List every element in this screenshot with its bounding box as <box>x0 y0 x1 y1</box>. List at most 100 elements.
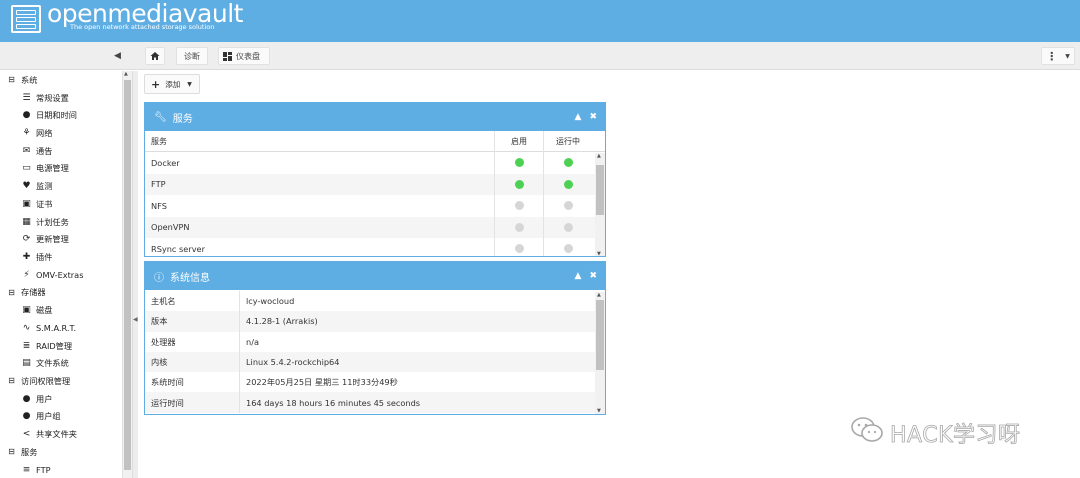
breadcrumb-dashboard[interactable]: 仪表盘 <box>218 47 270 65</box>
server-icon: ≡ <box>22 464 31 475</box>
sidebar-group-system[interactable]: ⊟ 系统 <box>6 71 37 88</box>
sidebar-item-network[interactable]: ⚘ 网络 <box>21 124 52 141</box>
table-row[interactable]: RSync server <box>145 238 605 256</box>
collapse-left-icon[interactable]: ◀ <box>133 316 138 323</box>
breadcrumb-diagnostics[interactable]: 诊断 <box>176 47 208 65</box>
sidebar-item-raid[interactable]: ≣ RAID管理 <box>21 337 72 354</box>
folder-icon: ▤ <box>22 358 31 368</box>
sliders-icon: ☰ <box>22 92 31 103</box>
enabled-cell <box>494 216 543 238</box>
watermark-text: HACK学习呀 <box>890 423 1021 449</box>
table-row[interactable]: OpenVPN <box>145 216 605 238</box>
system-info-panel: ⓘ 系统信息 ▲ ✖ 主机名 lcy-wocloud 版本 4.1.28-1 (Arra… <box>144 261 606 415</box>
collapse-panel-icon[interactable]: ▲ <box>575 112 582 122</box>
sidebar-item-update-management[interactable]: ⟳ 更新管理 <box>21 231 69 248</box>
scroll-up-icon[interactable]: ▲ <box>597 153 601 159</box>
sidebar-scrollbar[interactable]: ▲ <box>123 71 132 478</box>
sidebar-group-label: 服务 <box>21 446 38 457</box>
scroll-up-icon[interactable]: ▲ <box>597 292 601 298</box>
services-table-body: Docker FTP NFS OpenVPN RSync server <box>145 152 605 256</box>
table-row: 处理器 n/a <box>145 331 605 352</box>
minus-square-icon: ⊟ <box>8 75 15 84</box>
more-menu-button[interactable]: ⋮ ▼ <box>1041 47 1075 65</box>
watermark: HACK学习呀 <box>850 416 1021 450</box>
sidebar-item-disks[interactable]: ▣ 磁盘 <box>21 301 52 318</box>
sidebar-item-label: FTP <box>36 464 51 475</box>
more-vertical-icon: ⋮ <box>1046 49 1058 63</box>
sidebar-item-date-time[interactable]: ● 日期和时间 <box>21 107 77 124</box>
sidebar-group-storage[interactable]: ⊟ 存储器 <box>6 284 45 301</box>
status-dot <box>514 201 524 211</box>
battery-icon: ▭ <box>22 163 31 173</box>
sidebar-item-label: 通告 <box>36 145 53 156</box>
system-info-scrollbar[interactable]: ▲ ▼ <box>595 292 605 414</box>
system-info-panel-header: ⓘ 系统信息 ▲ ✖ <box>145 262 605 290</box>
user-icon: ● <box>22 393 31 404</box>
sidebar-group-label: 访问权限管理 <box>21 375 71 386</box>
sidebar-item-general-settings[interactable]: ☰ 常规设置 <box>21 89 69 106</box>
sidebar-item-label: 日期和时间 <box>36 110 77 120</box>
info-key: 处理器 <box>145 331 240 352</box>
sidebar-item-shared-folders[interactable]: < 共享文件夹 <box>21 425 77 442</box>
sidebar-item-label: 计划任务 <box>36 216 69 227</box>
sidebar-item-ftp[interactable]: ≡ FTP <box>21 461 51 478</box>
sidebar-item-notification[interactable]: ✉ 通告 <box>21 142 53 159</box>
sidebar-item-label: 插件 <box>36 251 53 262</box>
sidebar-item-power[interactable]: ▭ 电源管理 <box>21 160 69 177</box>
sidebar-item-plugins[interactable]: ✚ 插件 <box>21 248 53 265</box>
status-dot <box>514 222 524 232</box>
system-info-scrollbar-thumb[interactable] <box>596 300 604 370</box>
breadcrumb-dashboard-label: 仪表盘 <box>236 51 260 61</box>
sidebar-item-smart[interactable]: ∿ S.M.A.R.T. <box>21 319 76 336</box>
sidebar-item-groups[interactable]: ● 用户组 <box>21 408 61 425</box>
home-button[interactable] <box>145 47 165 65</box>
sidebar-group-services[interactable]: ⊟ 服务 <box>6 443 37 460</box>
scroll-down-icon[interactable]: ▼ <box>597 408 601 414</box>
sidebar-group-access-rights[interactable]: ⊟ 访问权限管理 <box>6 372 70 389</box>
service-name: Docker <box>151 157 180 168</box>
sidebar-item-label: 共享文件夹 <box>36 428 77 439</box>
column-header-service[interactable]: 服务 <box>145 131 494 152</box>
status-dot <box>514 158 524 168</box>
table-row[interactable]: Docker <box>145 152 605 174</box>
status-dot <box>514 244 524 254</box>
disk-icon: ▣ <box>22 304 31 315</box>
sidebar-item-filesystems[interactable]: ▤ 文件系统 <box>21 355 69 372</box>
collapse-panel-icon[interactable]: ▲ <box>575 271 582 281</box>
table-row: 版本 4.1.28-1 (Arrakis) <box>145 311 605 332</box>
wechat-icon <box>850 416 884 450</box>
status-dot <box>563 201 573 211</box>
sidebar-item-certificates[interactable]: ▣ 证书 <box>21 195 52 212</box>
toolbar: ◀ 诊断 仪表盘 ⋮ ▼ <box>0 42 1080 70</box>
sidebar-item-omv-extras[interactable]: ⚡ OMV-Extras <box>21 266 83 283</box>
sidebar-group-label: 系统 <box>21 74 38 85</box>
services-scrollbar[interactable]: ▲ ▼ <box>595 153 605 256</box>
sidebar-item-label: S.M.A.R.T. <box>36 322 77 333</box>
sidebar-item-scheduled-jobs[interactable]: ▦ 计划任务 <box>21 213 69 230</box>
close-icon[interactable]: ✖ <box>589 271 597 281</box>
add-widget-button[interactable]: + 添加 ▼ <box>144 74 200 94</box>
column-header-running[interactable]: 运行中 <box>543 131 592 152</box>
wrench-icon: 🔧︎ <box>154 111 167 123</box>
sidebar-item-label: 常规设置 <box>36 92 69 103</box>
scroll-up-icon[interactable]: ▲ <box>124 71 128 77</box>
info-value: Linux 5.4.2-rockchip64 <box>246 357 340 368</box>
services-scrollbar-thumb[interactable] <box>596 165 604 215</box>
table-row[interactable]: FTP <box>145 173 605 195</box>
sidebar-item-users[interactable]: ● 用户 <box>21 390 53 407</box>
table-row: 运行时间 164 days 18 hours 16 minutes 45 seco… <box>145 392 605 413</box>
certificate-icon: ▣ <box>22 198 31 209</box>
sidebar-item-label: 监测 <box>36 180 53 191</box>
table-row[interactable]: NFS <box>145 195 605 217</box>
info-key: 内核 <box>145 351 240 373</box>
sidebar-item-label: OMV-Extras <box>36 269 84 280</box>
minus-square-icon: ⊟ <box>8 447 15 456</box>
collapse-sidebar-icon[interactable]: ◀ <box>114 51 121 61</box>
sidebar-scrollbar-thumb[interactable] <box>124 80 131 470</box>
services-table-header: 服务 启用 运行中 <box>145 131 605 152</box>
chevron-down-icon: ▼ <box>1065 52 1070 60</box>
close-icon[interactable]: ✖ <box>589 112 597 122</box>
sidebar-item-monitoring[interactable]: ♥ 监测 <box>21 177 52 194</box>
sidebar-splitter[interactable]: ◀ <box>132 71 138 478</box>
column-header-enabled[interactable]: 启用 <box>494 131 543 152</box>
